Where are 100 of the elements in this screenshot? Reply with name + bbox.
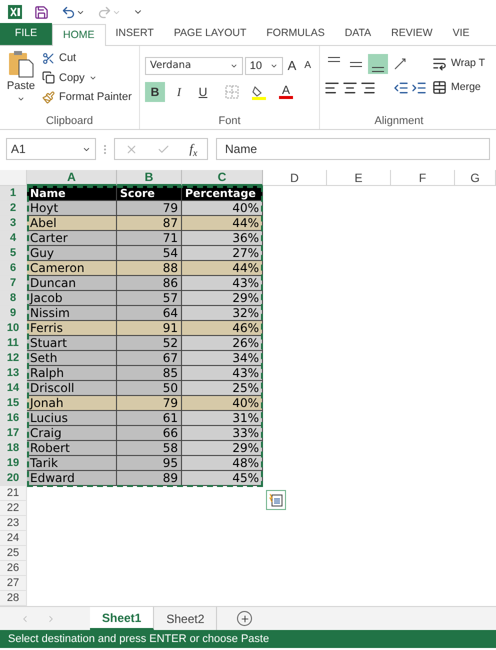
row-header[interactable]: 4: [0, 231, 27, 246]
table-cell: 88: [117, 261, 182, 276]
paste-options-button[interactable]: [266, 490, 286, 510]
column-header[interactable]: G: [455, 170, 496, 186]
font-style-button[interactable]: U: [193, 82, 213, 102]
app-logo-icon[interactable]: [8, 5, 22, 19]
name-box[interactable]: A1: [6, 138, 96, 160]
ribbon-tab[interactable]: REVIEW: [381, 23, 443, 45]
table-cell: 67: [117, 351, 182, 366]
table-cell: Name: [27, 186, 117, 201]
font-style-button[interactable]: B: [145, 82, 165, 102]
column-header[interactable]: E: [327, 170, 391, 186]
table-cell: 91: [117, 321, 182, 336]
align-right-icon[interactable]: [360, 80, 376, 96]
add-sheet-button[interactable]: [237, 611, 252, 626]
column-header[interactable]: F: [391, 170, 455, 186]
row-header[interactable]: 10: [0, 321, 27, 336]
group-label: Clipboard: [46, 114, 94, 129]
table-cell: 33%: [182, 426, 263, 441]
table-cell: 27%: [182, 246, 263, 261]
grow-font-button[interactable]: A: [284, 56, 300, 76]
ribbon-tab[interactable]: FILE: [0, 23, 52, 45]
shrink-font-button[interactable]: A: [301, 58, 314, 74]
fill-color-icon[interactable]: [251, 84, 267, 100]
row-header[interactable]: 23: [0, 516, 27, 531]
ribbon-tab[interactable]: INSERT: [106, 23, 164, 45]
font-style-button[interactable]: I: [169, 82, 189, 102]
column-header[interactable]: B: [117, 170, 182, 186]
ribbon-tab[interactable]: HOME: [52, 24, 106, 46]
column-header[interactable]: D: [263, 170, 327, 186]
table-cell: 52: [117, 336, 182, 351]
row-header[interactable]: 16: [0, 411, 27, 426]
table-cell: 95: [117, 456, 182, 471]
row-header[interactable]: 5: [0, 246, 27, 261]
row-header[interactable]: 2: [0, 201, 27, 216]
row-header[interactable]: 20: [0, 471, 27, 486]
table-cell: Duncan: [27, 276, 117, 291]
ribbon-tab[interactable]: PAGE LAYOUT: [164, 23, 256, 45]
vertical-align-button[interactable]: [368, 54, 388, 74]
table-cell: 44%: [182, 216, 263, 231]
row-header[interactable]: 12: [0, 351, 27, 366]
save-icon[interactable]: [34, 4, 49, 20]
sheet-tab[interactable]: Sheet1: [90, 607, 154, 630]
table-cell: 87: [117, 216, 182, 231]
font-color-button[interactable]: A: [279, 84, 293, 99]
wrap-text-button[interactable]: Wrap T: [432, 56, 486, 72]
group-label: Font: [218, 114, 240, 129]
column-header[interactable]: A: [27, 170, 117, 186]
formula-input[interactable]: Name: [216, 138, 490, 160]
table-cell: 48%: [182, 456, 263, 471]
align-lines-icon: [350, 62, 362, 66]
row-header[interactable]: 26: [0, 561, 27, 576]
copy-button[interactable]: Copy: [42, 70, 132, 86]
align-center-icon[interactable]: [342, 80, 358, 96]
row-header[interactable]: 28: [0, 591, 27, 606]
ribbon-tab[interactable]: VIE: [442, 23, 480, 45]
decrease-indent-icon[interactable]: [393, 80, 409, 96]
table-cell: 25%: [182, 381, 263, 396]
column-header[interactable]: C: [182, 170, 263, 186]
row-header[interactable]: 15: [0, 396, 27, 411]
table-cell: Percentage: [182, 186, 263, 201]
row-header[interactable]: 17: [0, 426, 27, 441]
insert-function-button[interactable]: f$_{x}$: [189, 139, 198, 159]
wrap-text-icon: [432, 56, 447, 72]
table-cell: 85: [117, 366, 182, 381]
row-header[interactable]: 13: [0, 366, 27, 381]
group-label: Alignment: [374, 114, 424, 129]
cut-button[interactable]: Cut: [42, 50, 132, 66]
ribbon-tab[interactable]: DATA: [334, 23, 382, 45]
plus-icon: [240, 614, 250, 624]
ribbon-tab[interactable]: FORMULAS: [256, 23, 335, 45]
row-header[interactable]: 19: [0, 456, 27, 471]
row-header[interactable]: 24: [0, 531, 27, 546]
status-bar: Select destination and press ENTER or choose Paste: [0, 630, 496, 648]
table-cell: 66: [117, 426, 182, 441]
row-header[interactable]: 27: [0, 576, 27, 591]
align-left-icon[interactable]: [324, 80, 340, 96]
row-header[interactable]: 11: [0, 336, 27, 351]
font-size-dropdown[interactable]: 10: [244, 56, 283, 75]
font-name-dropdown[interactable]: Verdana: [145, 56, 243, 75]
table-cell: 61: [117, 411, 182, 426]
row-header[interactable]: 6: [0, 261, 27, 276]
merge-button[interactable]: Merge: [432, 80, 486, 96]
row-header[interactable]: 14: [0, 381, 27, 396]
undo-icon[interactable]: [61, 4, 76, 20]
increase-indent-icon[interactable]: [411, 80, 427, 96]
row-header[interactable]: 1: [0, 186, 27, 201]
row-header[interactable]: 18: [0, 441, 27, 456]
row-header[interactable]: 22: [0, 501, 27, 516]
row-header[interactable]: 21: [0, 486, 27, 501]
row-header[interactable]: 7: [0, 276, 27, 291]
table-cell: Abel: [27, 216, 117, 231]
table-cell: 45%: [182, 471, 263, 486]
paste-button[interactable]: Paste: [4, 50, 38, 113]
table-cell: 43%: [182, 366, 263, 381]
row-header[interactable]: 3: [0, 216, 27, 231]
format-painter-button[interactable]: Format Painter: [42, 89, 132, 106]
row-header[interactable]: 8: [0, 291, 27, 306]
row-header[interactable]: 9: [0, 306, 27, 321]
row-header[interactable]: 25: [0, 546, 27, 561]
